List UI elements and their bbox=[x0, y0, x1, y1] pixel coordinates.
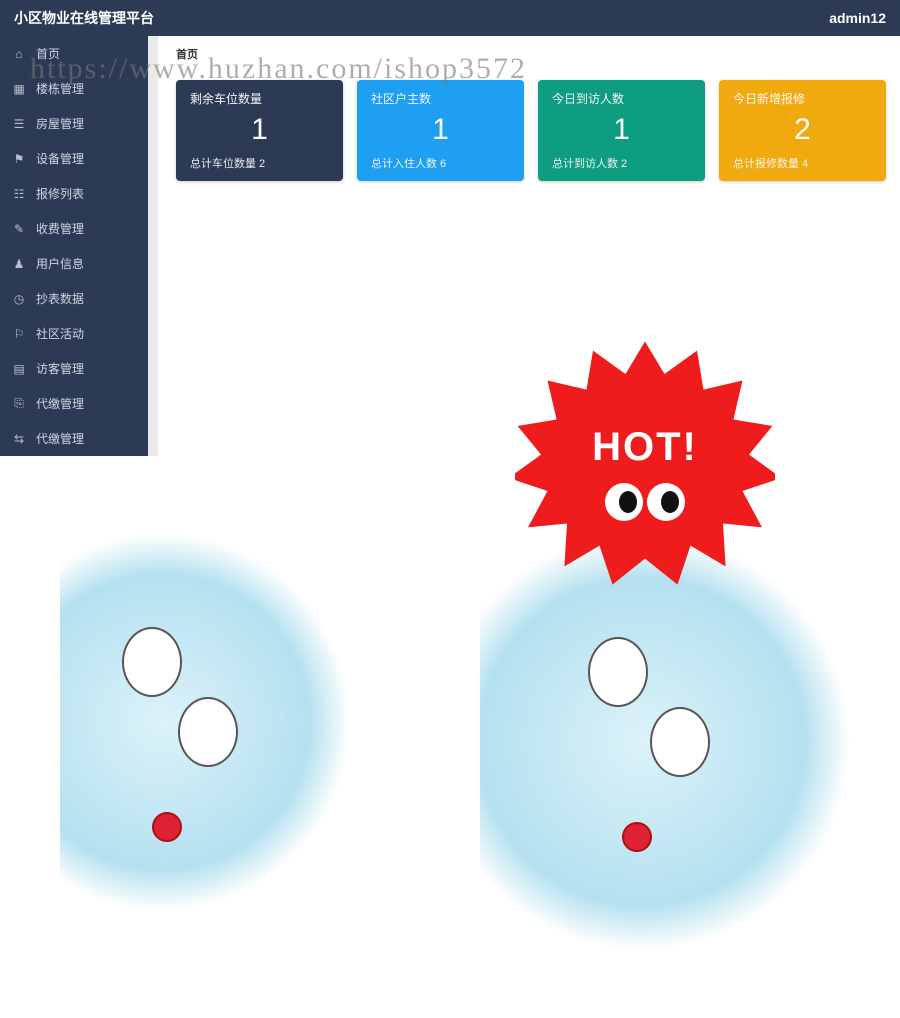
sidebar-label: 房屋管理 bbox=[36, 115, 84, 132]
card-sub: 总计报修数量 4 bbox=[733, 155, 872, 171]
card-title: 今日到访人数 bbox=[552, 90, 691, 107]
card-title: 剩余车位数量 bbox=[190, 90, 329, 107]
sidebar-label: 抄表数据 bbox=[36, 290, 84, 307]
sidebar-icon: ⇆ bbox=[12, 432, 26, 446]
stat-card-0: 剩余车位数量 1 总计车位数量 2 bbox=[176, 80, 343, 181]
sidebar-icon: ⌂ bbox=[12, 47, 26, 61]
sidebar-icon: ☷ bbox=[12, 187, 26, 201]
sidebar-label: 用户信息 bbox=[36, 255, 84, 272]
sidebar-icon: ⚑ bbox=[12, 152, 26, 166]
sidebar-item-5[interactable]: ✎ 收费管理 bbox=[0, 211, 158, 246]
toc-page-1: 目 录 摘 要IAbstractII第一章 绪论11.1 研究背景和意义11.1… bbox=[60, 462, 450, 1018]
card-value: 1 bbox=[552, 113, 691, 147]
sidebar-icon: ▦ bbox=[12, 82, 26, 96]
sidebar-label: 首页 bbox=[36, 45, 60, 62]
sidebar-item-0[interactable]: ⌂ 首页 bbox=[0, 36, 158, 71]
card-title: 社区户主数 bbox=[371, 90, 510, 107]
sidebar-item-11[interactable]: ⇆ 代缴管理 bbox=[0, 421, 158, 456]
sidebar-item-3[interactable]: ⚑ 设备管理 bbox=[0, 141, 158, 176]
card-title: 今日新增报修 bbox=[733, 90, 872, 107]
sidebar-icon: ⚐ bbox=[12, 327, 26, 341]
sidebar: ⌂ 首页 ▦ 楼栋管理 ☰ 房屋管理 ⚑ 设备管理 ☷ 报修列表 ✎ 收费管理 ♟ 用户信息 ◷ 抄表数据 ⚐ 社… bbox=[0, 36, 158, 456]
sidebar-item-6[interactable]: ♟ 用户信息 bbox=[0, 246, 158, 281]
stat-card-1: 社区户主数 1 总计入住人数 6 bbox=[357, 80, 524, 181]
sidebar-item-8[interactable]: ⚐ 社区活动 bbox=[0, 316, 158, 351]
sidebar-label: 报修列表 bbox=[36, 185, 84, 202]
sidebar-icon: ✎ bbox=[12, 222, 26, 236]
app-title: 小区物业在线管理平台 bbox=[14, 8, 154, 28]
sidebar-label: 楼栋管理 bbox=[36, 80, 84, 97]
card-sub: 总计车位数量 2 bbox=[190, 155, 329, 171]
sidebar-label: 访客管理 bbox=[36, 360, 84, 377]
sidebar-item-2[interactable]: ☰ 房屋管理 bbox=[0, 106, 158, 141]
card-sub: 总计入住人数 6 bbox=[371, 155, 510, 171]
hot-badge-text: HOT! bbox=[515, 425, 775, 470]
sidebar-label: 社区活动 bbox=[36, 325, 84, 342]
hot-eyes-icon bbox=[605, 483, 685, 521]
sidebar-label: 代缴管理 bbox=[36, 430, 84, 447]
sidebar-item-10[interactable]: ⎘ 代缴管理 bbox=[0, 386, 158, 421]
stat-card-3: 今日新增报修 2 总计报修数量 4 bbox=[719, 80, 886, 181]
sidebar-icon: ♟ bbox=[12, 257, 26, 271]
sidebar-icon: ▤ bbox=[12, 362, 26, 376]
breadcrumb: 首页 bbox=[176, 46, 886, 62]
stat-card-2: 今日到访人数 1 总计到访人数 2 bbox=[538, 80, 705, 181]
sidebar-item-9[interactable]: ▤ 访客管理 bbox=[0, 351, 158, 386]
sidebar-icon: ⎘ bbox=[12, 396, 26, 411]
card-sub: 总计到访人数 2 bbox=[552, 155, 691, 171]
card-value: 2 bbox=[733, 113, 872, 147]
header-user[interactable]: admin12 bbox=[829, 10, 886, 26]
sidebar-icon: ◷ bbox=[12, 292, 26, 306]
sidebar-label: 设备管理 bbox=[36, 150, 84, 167]
breadcrumb-home[interactable]: 首页 bbox=[176, 49, 198, 61]
sidebar-item-1[interactable]: ▦ 楼栋管理 bbox=[0, 71, 158, 106]
card-value: 1 bbox=[190, 113, 329, 147]
sidebar-icon: ☰ bbox=[12, 117, 26, 131]
card-value: 1 bbox=[371, 113, 510, 147]
app-header: 小区物业在线管理平台 admin12 bbox=[0, 0, 900, 36]
sidebar-item-4[interactable]: ☷ 报修列表 bbox=[0, 176, 158, 211]
sidebar-item-7[interactable]: ◷ 抄表数据 bbox=[0, 281, 158, 316]
stat-cards: 剩余车位数量 1 总计车位数量 2 社区户主数 1 总计入住人数 6 今日到访人数 1 总计到访… bbox=[176, 80, 886, 181]
sidebar-label: 收费管理 bbox=[36, 220, 84, 237]
hot-badge: HOT! bbox=[515, 335, 775, 595]
sidebar-label: 代缴管理 bbox=[36, 395, 84, 412]
